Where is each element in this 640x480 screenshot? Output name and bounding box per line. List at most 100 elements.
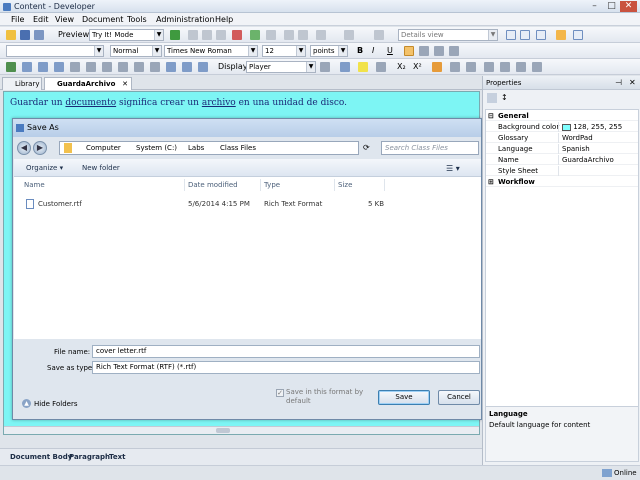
- status-text[interactable]: Text: [109, 453, 125, 461]
- paragraph-style-left[interactable]: ▼: [6, 45, 104, 57]
- maximize-button[interactable]: □: [603, 1, 620, 12]
- tab-guardaarchivo[interactable]: GuardaArchivo ✕: [44, 77, 132, 90]
- index-icon[interactable]: [182, 62, 192, 72]
- category-general[interactable]: ⊟ General: [486, 111, 638, 121]
- property-row[interactable]: Language Spanish: [486, 144, 638, 154]
- property-value[interactable]: Spanish: [558, 144, 590, 154]
- new-folder-button[interactable]: New folder: [82, 164, 120, 172]
- close-panel-icon[interactable]: ✕: [629, 78, 636, 87]
- menu-file[interactable]: File: [11, 15, 24, 24]
- tab-library[interactable]: Library: [2, 77, 42, 90]
- check-icon[interactable]: [250, 30, 260, 40]
- print-icon[interactable]: [34, 30, 44, 40]
- spacing-icon[interactable]: [516, 62, 526, 72]
- file-name-field[interactable]: cover letter.rtf: [92, 345, 480, 358]
- form-icon[interactable]: [118, 62, 128, 72]
- note-icon[interactable]: [150, 62, 160, 72]
- redo-icon[interactable]: [298, 30, 308, 40]
- hyperlink-icon[interactable]: [22, 62, 32, 72]
- status-document-body[interactable]: Document Body: [10, 453, 72, 461]
- media-icon[interactable]: [54, 62, 64, 72]
- image-icon[interactable]: [38, 62, 48, 72]
- strike-icon[interactable]: [376, 62, 386, 72]
- sort-az-icon[interactable]: ↕: [501, 93, 508, 102]
- cut-icon[interactable]: [188, 30, 198, 40]
- crumb-system[interactable]: System (C:): [136, 142, 177, 154]
- preview-mode-select[interactable]: Try It! Mode ▼: [89, 29, 164, 41]
- cancel-button[interactable]: Cancel: [438, 390, 480, 405]
- unit-select[interactable]: points ▼: [310, 45, 348, 57]
- spell-icon[interactable]: [344, 30, 354, 40]
- search-input[interactable]: Search Class Files: [381, 141, 479, 155]
- numbering-icon[interactable]: [466, 62, 476, 72]
- menu-edit[interactable]: Edit: [33, 15, 49, 24]
- property-row[interactable]: Background color 128, 255, 255: [486, 122, 638, 132]
- menu-tools[interactable]: Tools: [127, 15, 147, 24]
- paragraph-icon[interactable]: [532, 62, 542, 72]
- font-select[interactable]: Times New Roman ▼: [164, 45, 258, 57]
- field-icon[interactable]: [102, 62, 112, 72]
- expand-icon[interactable]: ⊞: [488, 177, 494, 187]
- layout3-icon[interactable]: [536, 30, 546, 40]
- grid-icon[interactable]: [70, 62, 80, 72]
- view-select[interactable]: Details view ▼: [398, 29, 498, 41]
- col-date[interactable]: Date modified: [188, 181, 238, 189]
- panel-icon[interactable]: [556, 30, 566, 40]
- status-paragraph[interactable]: Paragraph: [69, 453, 110, 461]
- property-value[interactable]: [558, 166, 562, 176]
- menu-document[interactable]: Document: [82, 15, 123, 24]
- link-documento[interactable]: documento: [65, 98, 116, 108]
- file-list[interactable]: Name Date modified Type Size Customer.rt…: [14, 177, 481, 339]
- category-workflow[interactable]: ⊞ Workflow: [486, 177, 638, 187]
- font-size-select[interactable]: 12 ▼: [262, 45, 306, 57]
- underline-button[interactable]: U: [387, 46, 393, 55]
- link-archivo[interactable]: archivo: [202, 98, 236, 108]
- crumb-labs[interactable]: Labs: [188, 142, 204, 154]
- edit-icon[interactable]: [320, 62, 330, 72]
- forward-icon[interactable]: ▶: [33, 141, 47, 155]
- minimize-button[interactable]: –: [586, 1, 603, 12]
- breadcrumb[interactable]: Computer System (C:) Labs Class Files: [59, 141, 359, 155]
- symbol-icon[interactable]: [86, 62, 96, 72]
- save-type-select[interactable]: Rich Text Format (RTF) (*.rtf): [92, 361, 480, 374]
- property-row[interactable]: Name GuardaArchivo: [486, 155, 638, 165]
- property-row[interactable]: Style Sheet: [486, 166, 638, 176]
- undo-icon[interactable]: [284, 30, 294, 40]
- copy-icon[interactable]: [202, 30, 212, 40]
- superscript-button[interactable]: X²: [413, 62, 422, 71]
- play-icon[interactable]: [170, 30, 180, 40]
- close-tab-icon[interactable]: ✕: [122, 78, 128, 90]
- chevron-up-icon[interactable]: ▲: [22, 399, 31, 408]
- menu-help[interactable]: Help: [215, 15, 233, 24]
- close-window-button[interactable]: ✕: [620, 1, 637, 12]
- layout-icon[interactable]: [506, 30, 516, 40]
- indent-icon[interactable]: [500, 62, 510, 72]
- save-icon[interactable]: [20, 30, 30, 40]
- toc-icon[interactable]: [198, 62, 208, 72]
- eraser-icon[interactable]: [432, 62, 442, 72]
- style-select[interactable]: Normal ▼: [110, 45, 162, 57]
- property-value[interactable]: 128, 255, 255: [558, 122, 622, 132]
- scrollbar-thumb[interactable]: [216, 428, 230, 433]
- views-icon[interactable]: ☰ ▾: [446, 164, 460, 173]
- align-right-icon[interactable]: [434, 46, 444, 56]
- property-value[interactable]: GuardaArchivo: [558, 155, 614, 165]
- col-name[interactable]: Name: [24, 181, 45, 189]
- collapse-icon[interactable]: ⊟: [488, 111, 494, 121]
- window-icon[interactable]: [573, 30, 583, 40]
- crumb-class-files[interactable]: Class Files: [220, 142, 256, 154]
- property-value[interactable]: WordPad: [558, 133, 593, 143]
- delete-icon[interactable]: [232, 30, 242, 40]
- glossary-icon[interactable]: [166, 62, 176, 72]
- refresh-icon[interactable]: ⟳: [363, 143, 370, 152]
- page-icon[interactable]: [134, 62, 144, 72]
- justify-icon[interactable]: [449, 46, 459, 56]
- menu-view[interactable]: View: [55, 15, 74, 24]
- open-icon[interactable]: [6, 30, 16, 40]
- table-row[interactable]: Customer.rtf 5/6/2014 4:15 PM Rich Text …: [14, 197, 394, 211]
- save-button[interactable]: Save: [378, 390, 430, 405]
- outdent-icon[interactable]: [484, 62, 494, 72]
- highlight-icon[interactable]: [358, 62, 368, 72]
- bullets-icon[interactable]: [450, 62, 460, 72]
- table-icon[interactable]: [6, 62, 16, 72]
